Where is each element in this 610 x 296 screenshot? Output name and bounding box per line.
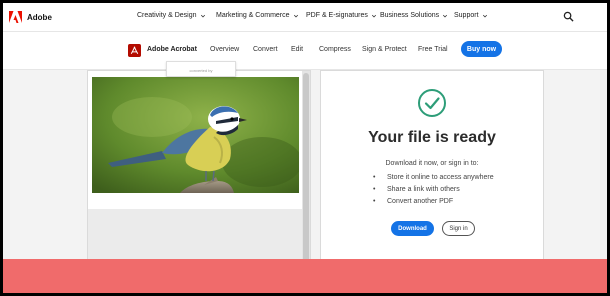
adobe-logo-icon [9, 11, 22, 23]
chevron-down-icon [482, 14, 487, 17]
global-nav: Adobe Creativity & Design Marketing & Co… [3, 3, 607, 32]
nav-pdf-esignatures[interactable]: PDF & E-signatures [306, 12, 377, 19]
nav-label: PDF & E-signatures [306, 12, 368, 19]
subnav-compress[interactable]: Compress [319, 46, 351, 53]
search-icon[interactable] [563, 11, 574, 22]
bird-photo [92, 77, 299, 193]
file-preview-panel [87, 70, 311, 288]
preview-scrollbar[interactable] [302, 71, 310, 287]
subnav-convert[interactable]: Convert [253, 46, 278, 53]
nav-business-solutions[interactable]: Business Solutions [380, 12, 448, 19]
preview-page [88, 71, 302, 209]
list-item: Share a link with others [373, 184, 494, 196]
nav-label: Creativity & Design [137, 12, 197, 19]
result-subtitle: Download it now, or sign in to: [385, 160, 479, 167]
chevron-down-icon [443, 14, 448, 17]
result-card: Your file is ready Download it now, or s… [320, 70, 544, 288]
chevron-down-icon [200, 14, 205, 17]
benefit-list: Store it online to access anywhere Share… [373, 172, 494, 208]
nav-label: Marketing & Commerce [216, 12, 290, 19]
converted-tooltip: converted by [166, 61, 236, 77]
nav-label: Support [454, 12, 479, 19]
nav-support[interactable]: Support [454, 12, 488, 19]
scroll-thumb[interactable] [303, 73, 309, 273]
subnav-overview[interactable]: Overview [210, 46, 239, 53]
subnav-sign-protect[interactable]: Sign & Protect [362, 46, 407, 53]
list-item: Convert another PDF [373, 196, 494, 208]
acrobat-logo-icon [128, 44, 141, 57]
result-title: Your file is ready [368, 129, 496, 146]
product-name[interactable]: Adobe Acrobat [147, 46, 197, 53]
footer-band [3, 259, 607, 293]
download-button[interactable]: Download [391, 221, 434, 236]
list-item: Store it online to access anywhere [373, 172, 494, 184]
sign-in-button[interactable]: Sign in [442, 221, 475, 236]
browser-viewport: Adobe Creativity & Design Marketing & Co… [3, 3, 607, 293]
nav-label: Business Solutions [380, 12, 440, 19]
check-circle-icon [418, 89, 446, 117]
adobe-home-link[interactable]: Adobe [9, 10, 52, 24]
product-subnav: Adobe Acrobat Overview Convert Edit Comp… [3, 32, 607, 70]
nav-creativity-design[interactable]: Creativity & Design [137, 12, 206, 19]
brand-name: Adobe [27, 12, 52, 22]
subnav-free-trial[interactable]: Free Trial [418, 46, 448, 53]
chevron-down-icon [293, 14, 298, 17]
buy-now-button[interactable]: Buy now [461, 41, 502, 57]
nav-marketing-commerce[interactable]: Marketing & Commerce [216, 12, 299, 19]
chevron-down-icon [371, 14, 376, 17]
subnav-edit[interactable]: Edit [291, 46, 303, 53]
